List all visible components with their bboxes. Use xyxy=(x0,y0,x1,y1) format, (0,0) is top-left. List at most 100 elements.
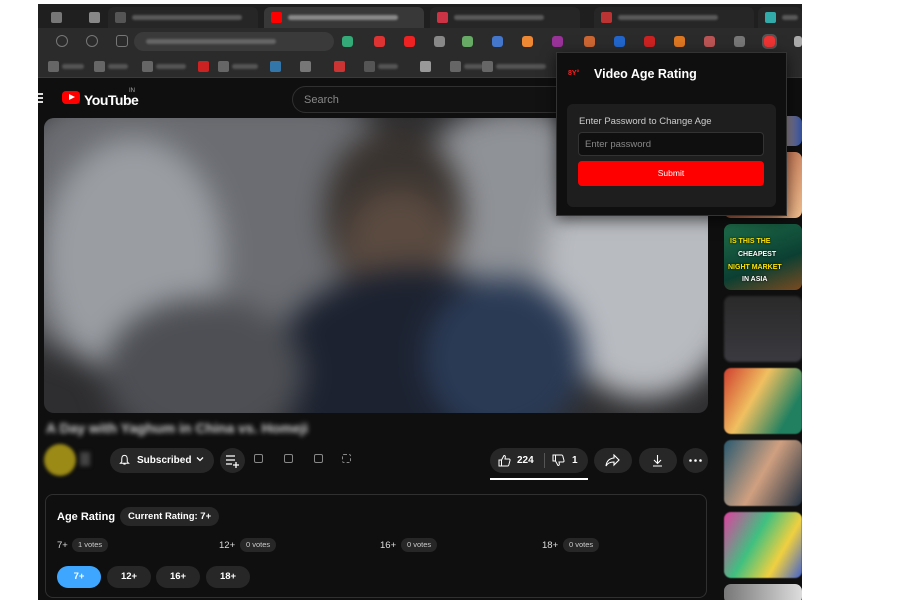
copy-icon[interactable] xyxy=(254,454,263,463)
submit-button[interactable]: Submit xyxy=(578,161,764,186)
browser-tab[interactable] xyxy=(44,7,74,28)
share-icon xyxy=(605,454,620,467)
browser-window: YouTube IN Search A Day with Yaghum in C… xyxy=(38,4,802,600)
url-omnibox[interactable] xyxy=(134,32,334,51)
bookmark-item[interactable] xyxy=(420,61,450,72)
extension-icon[interactable] xyxy=(374,36,385,47)
address-bar xyxy=(38,28,802,55)
recommended-thumbnail[interactable] xyxy=(724,584,802,600)
youtube-logo-icon[interactable] xyxy=(62,91,80,104)
subscribed-button[interactable]: Subscribed xyxy=(110,448,214,473)
extension-icon[interactable] xyxy=(614,36,625,47)
bookmark-item[interactable] xyxy=(300,61,320,72)
thumbs-down-icon[interactable] xyxy=(552,454,565,467)
thumbnail-caption: NIGHT MARKET xyxy=(728,264,782,271)
bookmark-item[interactable] xyxy=(482,61,552,72)
thumbs-up-icon[interactable] xyxy=(498,454,511,467)
browser-tab[interactable] xyxy=(82,7,104,28)
search-placeholder: Search xyxy=(304,94,339,106)
youtube-wordmark[interactable]: YouTube xyxy=(84,92,139,108)
recommended-thumbnail[interactable]: IS THIS THE CHEAPEST NIGHT MARKET IN ASI… xyxy=(724,224,802,290)
add-to-playlist-button[interactable] xyxy=(220,448,245,473)
rate-18-button[interactable]: 18+ xyxy=(206,566,250,588)
age-rating-card: Age Rating Current Rating: 7+ 7+ 1 votes… xyxy=(45,494,707,598)
vote-count: 0 votes xyxy=(240,538,277,552)
puzzle-icon[interactable] xyxy=(794,36,802,47)
like-dislike-group: 224 1 xyxy=(490,448,588,473)
password-panel: Enter Password to Change Age Enter passw… xyxy=(567,104,776,207)
tab-favicon-icon xyxy=(601,12,612,23)
bell-icon xyxy=(119,454,130,465)
bookmark-item[interactable] xyxy=(94,61,134,72)
channel-avatar[interactable] xyxy=(44,444,76,476)
vote-label: 16+ xyxy=(380,540,397,551)
vote-count: 0 votes xyxy=(563,538,600,552)
extension-icon[interactable] xyxy=(404,36,415,47)
channel-name[interactable] xyxy=(80,452,90,466)
recommended-thumbnail[interactable] xyxy=(724,368,802,434)
subscribed-label: Subscribed xyxy=(137,455,192,466)
tab-favicon-icon xyxy=(51,12,62,23)
vote-label: 7+ xyxy=(57,540,68,551)
bookmark-item[interactable] xyxy=(334,61,354,72)
browser-tab[interactable] xyxy=(594,7,754,28)
bookmark-item[interactable] xyxy=(218,61,268,72)
bookmark-item[interactable] xyxy=(48,61,88,72)
rate-16-button[interactable]: 16+ xyxy=(156,566,200,588)
bookmark-item[interactable] xyxy=(270,61,290,72)
extension-icon[interactable] xyxy=(552,36,563,47)
download-button[interactable] xyxy=(639,448,677,473)
bookmark-item[interactable] xyxy=(198,61,218,72)
vote-label: 12+ xyxy=(219,540,236,551)
extension-icon[interactable] xyxy=(492,36,503,47)
like-underline xyxy=(490,478,588,480)
like-divider xyxy=(544,453,545,468)
like-count[interactable]: 224 xyxy=(517,455,534,466)
extension-icon[interactable] xyxy=(342,36,353,47)
rate-7-button[interactable]: 7+ xyxy=(57,566,101,588)
vote-count: 1 votes xyxy=(72,538,109,552)
extension-logo: 8Y° xyxy=(568,70,580,77)
extension-icon[interactable] xyxy=(434,36,445,47)
reload-icon[interactable] xyxy=(116,35,128,47)
share-button[interactable] xyxy=(594,448,632,473)
extension-icon[interactable] xyxy=(522,36,533,47)
extension-icon[interactable] xyxy=(584,36,595,47)
extension-icon[interactable] xyxy=(704,36,715,47)
tab-favicon-icon xyxy=(89,12,100,23)
chevron-down-icon xyxy=(196,457,204,462)
tab-bar xyxy=(38,4,802,28)
search-input[interactable]: Search xyxy=(292,86,562,113)
password-input[interactable]: Enter password xyxy=(578,132,764,156)
dislike-count: 1 xyxy=(572,455,578,466)
password-placeholder: Enter password xyxy=(585,139,652,150)
vote-label: 18+ xyxy=(542,540,559,551)
more-horizontal-icon xyxy=(689,459,702,462)
browser-tab-active[interactable] xyxy=(264,7,424,28)
recommended-thumbnail[interactable] xyxy=(724,512,802,578)
vote-count: 0 votes xyxy=(401,538,438,552)
tab-favicon-icon xyxy=(437,12,448,23)
video-title: A Day with Yaghum in China vs. Homeji xyxy=(46,420,309,436)
bookmark-item[interactable] xyxy=(142,61,192,72)
extension-icon[interactable] xyxy=(734,36,745,47)
hamburger-menu-icon[interactable] xyxy=(38,93,43,103)
extension-icon[interactable] xyxy=(674,36,685,47)
more-actions-button[interactable] xyxy=(683,448,708,473)
browser-tab[interactable] xyxy=(108,7,258,28)
bookmark-item[interactable] xyxy=(364,61,404,72)
image-icon[interactable] xyxy=(284,454,293,463)
browser-tab[interactable] xyxy=(758,7,802,28)
extension-icon[interactable] xyxy=(462,36,473,47)
current-rating-badge: Current Rating: 7+ xyxy=(120,507,220,526)
miniplayer-icon[interactable] xyxy=(314,454,323,463)
loop-icon[interactable] xyxy=(342,454,351,463)
forward-icon[interactable] xyxy=(86,35,98,47)
browser-tab[interactable] xyxy=(430,7,580,28)
extension-icon[interactable] xyxy=(644,36,655,47)
age-rating-extension-icon[interactable] xyxy=(762,34,777,49)
back-icon[interactable] xyxy=(56,35,68,47)
rate-12-button[interactable]: 12+ xyxy=(107,566,151,588)
recommended-thumbnail[interactable] xyxy=(724,440,802,506)
recommended-thumbnail[interactable] xyxy=(724,296,802,362)
